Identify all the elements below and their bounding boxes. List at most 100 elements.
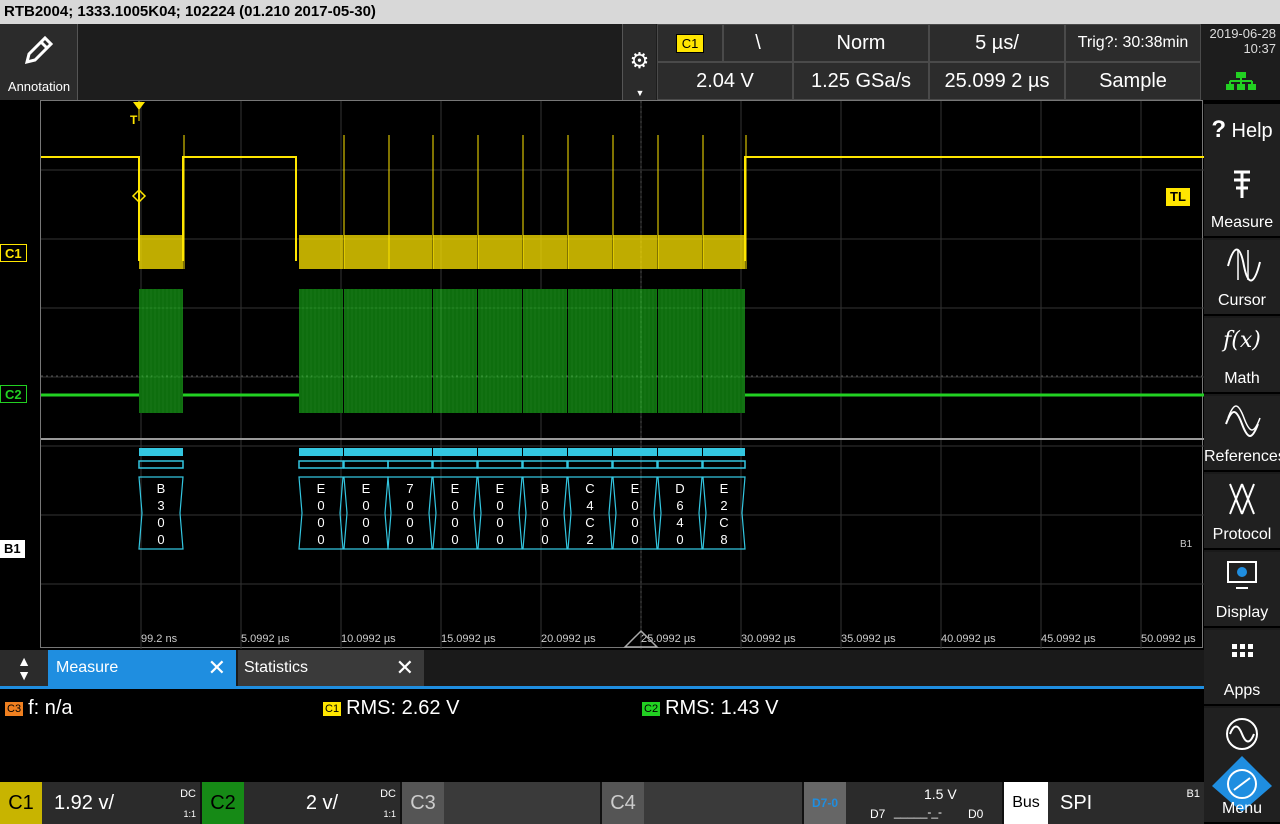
c2-scale[interactable]: 2 v/ DC 1:1 xyxy=(244,782,400,824)
time-axis-label: 35.0992 µs xyxy=(841,633,896,645)
network-status[interactable] xyxy=(1202,64,1280,100)
decode-char: 3 xyxy=(157,498,164,513)
decode-char: E xyxy=(631,481,640,496)
bus-data xyxy=(477,460,523,469)
decode-frame: D 6 4 0 xyxy=(657,476,703,550)
time-axis-label: 50.0992 µs xyxy=(1141,633,1196,645)
decode-char: 0 xyxy=(406,515,413,530)
c3-channel-button[interactable]: C3 xyxy=(402,782,444,824)
time-axis-label: 40.0992 µs xyxy=(941,633,996,645)
c1-trace xyxy=(744,156,1204,261)
trigger-mode[interactable]: Norm xyxy=(793,24,929,62)
c4-channel-button[interactable]: C4 xyxy=(602,782,644,824)
bus-clock xyxy=(388,448,432,456)
sample-rate[interactable]: 1.25 GSa/s xyxy=(793,62,929,100)
decode-char: 4 xyxy=(676,515,683,530)
sidebar-math[interactable]: f(x) Math xyxy=(1204,318,1280,394)
references-label: References xyxy=(1204,448,1280,465)
c1-channel-button[interactable]: C1 xyxy=(0,782,42,824)
measurement-c1-rms[interactable]: C1 RMS: 2.62 V xyxy=(322,697,459,720)
sidebar-measure[interactable]: Measure xyxy=(1204,160,1280,238)
c1-burst xyxy=(523,235,567,269)
c1-marker[interactable]: C1 xyxy=(0,244,27,262)
trigger-slope[interactable]: \ xyxy=(723,24,793,62)
sidebar-menu[interactable]: Menu xyxy=(1204,708,1280,824)
decode-frame: B 3 0 0 xyxy=(138,476,184,550)
c2-marker[interactable]: C2 xyxy=(0,385,27,403)
decode-char: E xyxy=(720,481,729,496)
decode-char: C xyxy=(719,515,728,530)
bus-data xyxy=(567,460,613,469)
waveform-display[interactable]: B300E000E0007000E000E000B000C4C2E000D640… xyxy=(40,100,1204,649)
tab-statistics-label: Statistics xyxy=(244,659,309,676)
display-label: Display xyxy=(1215,604,1269,621)
sidebar-cursor[interactable]: Cursor xyxy=(1204,240,1280,316)
close-icon[interactable]: ✕ xyxy=(396,650,414,686)
bus-settings[interactable]: SPI B1 xyxy=(1048,782,1204,824)
sidebar-protocol[interactable]: Protocol xyxy=(1204,474,1280,550)
decode-char: 0 xyxy=(451,498,458,513)
c2-channel-button[interactable]: C2 xyxy=(202,782,244,824)
c1-ratio: 1:1 xyxy=(183,809,196,819)
pencil-icon xyxy=(24,35,53,65)
trigger-level-marker[interactable]: TL xyxy=(1166,188,1190,206)
apps-icon xyxy=(1232,644,1253,657)
gear-icon: ⚙ xyxy=(629,48,650,73)
sidebar-apps[interactable]: Apps xyxy=(1204,630,1280,706)
measurement-c3-frequency[interactable]: C3 f: n/a xyxy=(4,697,73,720)
close-icon[interactable]: ✕ xyxy=(208,650,226,686)
settings-button[interactable]: ⚙ ▼ xyxy=(622,24,656,100)
bus-clock xyxy=(568,448,612,456)
time-axis-label: 10.0992 µs xyxy=(341,633,396,645)
measurement-panel xyxy=(0,689,1204,781)
logic-channel-button[interactable]: D7-0 xyxy=(804,782,846,824)
waveform-canvas[interactable]: B300E000E0007000E000E000B000C4C2E000D640… xyxy=(41,101,1204,649)
trigger-level[interactable]: 2.04 V xyxy=(657,62,793,100)
decode-char: 0 xyxy=(451,515,458,530)
trigger-source-cell[interactable]: C1 xyxy=(657,24,723,62)
time-axis-label: 45.0992 µs xyxy=(1041,633,1096,645)
bus-clock xyxy=(478,448,522,456)
timebase-scale[interactable]: 5 µs/ xyxy=(929,24,1065,62)
tab-measure[interactable]: Measure ✕ xyxy=(48,650,236,686)
decode-frame: B 0 0 0 xyxy=(522,476,568,550)
panel-resize-button[interactable]: ▲ ▼ xyxy=(0,650,48,686)
trigger-position-marker[interactable]: T xyxy=(130,111,137,129)
decode-frame: E 0 0 0 xyxy=(298,476,344,550)
horizontal-position[interactable]: 25.099 2 µs xyxy=(929,62,1065,100)
waveform-icon xyxy=(1226,718,1258,750)
c2-ratio: 1:1 xyxy=(383,809,396,819)
network-icon xyxy=(1226,72,1256,90)
c3-scale[interactable] xyxy=(444,782,600,824)
decode-char: 0 xyxy=(362,532,369,547)
decode-char: B xyxy=(157,481,166,496)
decode-char: C xyxy=(585,515,594,530)
decode-char: 0 xyxy=(362,515,369,530)
help-icon: ? xyxy=(1211,116,1226,143)
bus-button[interactable]: Bus xyxy=(1004,782,1048,824)
decode-char: 2 xyxy=(586,532,593,547)
c1-scale[interactable]: 1.92 v/ DC 1:1 xyxy=(42,782,200,824)
decode-frame: C 4 C 2 xyxy=(567,476,613,550)
time-axis-label: 99.2 ns xyxy=(141,633,178,645)
c1-burst xyxy=(388,235,432,269)
logic-pattern: _____-_- xyxy=(894,805,943,819)
acquisition-mode[interactable]: Sample xyxy=(1065,62,1201,100)
logic-settings[interactable]: 1.5 V D7 _____-_- D0 xyxy=(846,782,1002,824)
c1-burst xyxy=(139,235,183,269)
decode-char: 0 xyxy=(631,532,638,547)
c1-burst xyxy=(568,235,612,269)
measurement-c2-rms[interactable]: C2 RMS: 1.43 V xyxy=(641,697,778,720)
chevron-down-icon: ▼ xyxy=(17,667,31,683)
c4-scale[interactable] xyxy=(644,782,802,824)
trigger-status[interactable]: Trig?: 30:38min xyxy=(1065,24,1201,62)
decode-char: C xyxy=(585,481,594,496)
sidebar-references[interactable]: References xyxy=(1204,396,1280,472)
sidebar-display[interactable]: Display xyxy=(1204,552,1280,628)
bus-clock xyxy=(344,448,388,456)
tab-statistics[interactable]: Statistics ✕ xyxy=(238,650,424,686)
annotation-button[interactable]: Annotation xyxy=(0,24,78,100)
bus-data xyxy=(343,460,389,469)
logic-d0-label: D0 xyxy=(968,807,984,821)
b1-marker[interactable]: B1 xyxy=(0,540,25,558)
